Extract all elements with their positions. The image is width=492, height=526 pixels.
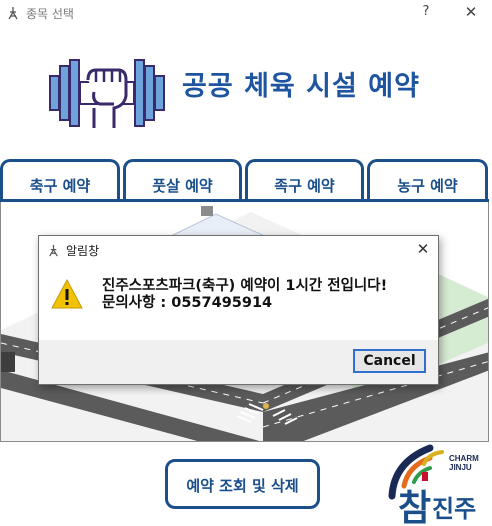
tab-futsal[interactable]: 풋살 예약 bbox=[123, 159, 242, 201]
dialog-app-icon bbox=[49, 244, 58, 257]
app-icon bbox=[8, 7, 18, 20]
logo-brand-line1: CHARM bbox=[449, 454, 479, 463]
window-title: 종목 선택 bbox=[26, 7, 74, 21]
dialog-close-button[interactable]: ✕ bbox=[415, 240, 431, 258]
window-close-button[interactable]: ✕ bbox=[462, 3, 480, 21]
dialog-message-line1: 진주스포츠파크(축구) 예약이 1시간 전입니다! bbox=[102, 278, 388, 294]
dialog-body: 진주스포츠파크(축구) 예약이 1시간 전입니다! 문의사항 : 0557495… bbox=[39, 264, 438, 340]
tab-jokgu[interactable]: 족구 예약 bbox=[245, 159, 364, 201]
logo-brand-text: CHARM JINJU bbox=[449, 454, 479, 472]
dialog-footer: Cancel bbox=[39, 340, 438, 384]
logo-brand-line2: JINJU bbox=[449, 463, 472, 472]
charm-jinju-logo: 참 CHARM JINJU 진주 bbox=[384, 442, 490, 526]
reservation-lookup-button[interactable]: 예약 조회 및 삭제 bbox=[165, 459, 320, 509]
window-titlebar: 종목 선택 ? ✕ bbox=[0, 0, 492, 28]
cancel-button[interactable]: Cancel bbox=[353, 349, 426, 373]
dialog-titlebar: 알림창 ✕ bbox=[39, 236, 438, 264]
logo-city-name: 진주 bbox=[432, 495, 477, 523]
dialog-title: 알림창 bbox=[66, 244, 100, 258]
dialog-message-line2: 문의사항 : 0557495914 bbox=[102, 295, 273, 311]
dialog-message: 진주스포츠파크(축구) 예약이 1시간 전입니다! 문의사항 : 0557495… bbox=[102, 278, 387, 312]
help-button[interactable]: ? bbox=[418, 4, 434, 19]
logo-char: 참 bbox=[398, 488, 431, 524]
warning-icon bbox=[51, 279, 83, 309]
alert-dialog: 알림창 ✕ 진주스포츠파크(축구) 예약이 1시간 전입니다! 문의사항 : 0… bbox=[38, 235, 439, 385]
fitness-logo-icon bbox=[49, 59, 165, 128]
tab-soccer[interactable]: 축구 예약 bbox=[0, 159, 120, 201]
tab-basketball[interactable]: 농구 예약 bbox=[367, 159, 488, 201]
page-title: 공공 체육 시설 예약 bbox=[182, 71, 420, 102]
